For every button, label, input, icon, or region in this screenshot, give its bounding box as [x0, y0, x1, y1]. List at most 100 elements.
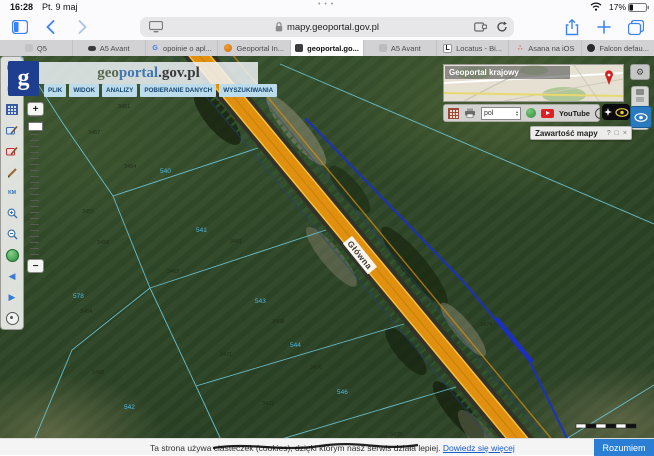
visibility-button[interactable] — [630, 106, 652, 128]
help-icon[interactable]: ? — [607, 130, 611, 137]
tab-favicon — [88, 46, 96, 51]
zoom-minus-button[interactable]: − — [27, 259, 44, 273]
panel-title: Zawartość mapy — [535, 129, 598, 138]
geoportal-logo[interactable]: g — [8, 61, 39, 96]
svg-text:3464: 3464 — [80, 309, 92, 315]
grid-icon[interactable] — [448, 108, 459, 119]
back-icon[interactable] — [40, 17, 60, 37]
print-icon[interactable] — [464, 108, 476, 118]
scale-bar — [576, 424, 636, 428]
forward-icon[interactable] — [72, 17, 92, 37]
cookie-banner: Ta strona używa ciasteczek (cookies), dz… — [0, 438, 654, 455]
svg-text:3451: 3451 — [118, 104, 130, 110]
tab-a5-avant-2[interactable]: A5 Avant — [364, 40, 437, 56]
tab-favicon — [587, 44, 595, 52]
cookie-learn-more-link[interactable]: Dowiedz się więcej — [443, 443, 515, 453]
svg-text:3454: 3454 — [124, 164, 136, 170]
tab-falcon[interactable]: Falcon defau... — [582, 40, 654, 56]
url-text: mapy.geoportal.gov.pl — [287, 22, 379, 33]
date: Pt. 9 maj — [42, 2, 78, 12]
yellow-eye-icon — [615, 108, 629, 117]
map-canvas[interactable]: 540 541 543 544 546 542 578 3451 3457 34… — [0, 56, 654, 455]
svg-text:540: 540 — [160, 168, 171, 175]
menu-wyszukiwania[interactable]: WYSZUKIWANIA — [219, 84, 277, 97]
close-icon[interactable]: × — [623, 130, 627, 137]
select-stepper-icon: ▴▾ — [516, 110, 518, 117]
multitask-dots-icon[interactable]: • • • — [318, 1, 334, 8]
locatus-favicon: L — [443, 44, 452, 53]
reload-icon[interactable] — [496, 21, 508, 36]
tab-favicon — [295, 44, 303, 52]
svg-text:3468: 3468 — [272, 319, 284, 325]
clock: 16:28 — [10, 2, 33, 12]
cookie-message: Ta strona używa ciasteczek (cookies), dz… — [150, 443, 515, 453]
svg-text:3466: 3466 — [92, 370, 104, 376]
svg-text:542: 542 — [124, 404, 135, 411]
locate-icon — [6, 312, 19, 325]
tab-favicon — [379, 44, 387, 52]
star-icon — [604, 108, 612, 116]
lock-icon — [275, 22, 283, 32]
menu-analizy[interactable]: ANALIZY — [102, 84, 137, 97]
map-sub-toolbar: pol ▴▾ YouTube — [443, 104, 600, 122]
google-favicon: G — [151, 44, 159, 52]
green-status-icon[interactable] — [526, 108, 536, 118]
contrast-eye-box[interactable] — [602, 104, 630, 120]
minimap-title: Geoportal krajowy — [445, 66, 570, 79]
gear-icon: ⚙ — [636, 67, 644, 78]
status-bar: 16:28 Pt. 9 maj • • • 17% — [0, 0, 654, 14]
battery-percent: 17% — [609, 2, 626, 12]
tab-geoportal-active[interactable]: geoportal.go... — [291, 40, 364, 56]
share-icon[interactable] — [562, 17, 582, 37]
address-bar[interactable]: mapy.geoportal.gov.pl — [140, 17, 514, 37]
asana-favicon: ∴ — [516, 44, 524, 52]
youtube-label[interactable]: YouTube — [559, 109, 590, 118]
new-tab-icon[interactable] — [594, 17, 614, 37]
cookie-accept-button[interactable]: Rozumiem — [594, 439, 654, 456]
page-appearance-icon[interactable] — [149, 21, 163, 36]
mini-tool-icon-2[interactable] — [636, 97, 644, 102]
settings-button[interactable]: ⚙ — [630, 64, 650, 80]
youtube-icon[interactable] — [541, 109, 554, 118]
svg-text:541: 541 — [196, 227, 207, 234]
battery-icon — [628, 3, 649, 14]
svg-text:3474: 3474 — [480, 322, 492, 328]
tab-bar: Q5 A5 Avant G opoinie o apl... Geoportal… — [0, 40, 654, 56]
tab-geoportal-in[interactable]: Geoportal In... — [218, 40, 291, 56]
svg-text:3455: 3455 — [82, 209, 94, 215]
svg-text:3457: 3457 — [88, 130, 100, 136]
geoportal-title: geoportal.gov.pl — [39, 62, 258, 84]
svg-text:3476: 3476 — [310, 365, 322, 371]
svg-text:544: 544 — [290, 342, 301, 349]
svg-text:546: 546 — [337, 389, 348, 396]
extensions-icon[interactable] — [474, 21, 487, 36]
mini-tool-icon[interactable] — [636, 89, 644, 95]
zoom-handle[interactable] — [28, 122, 43, 131]
menu-plik[interactable]: PLIK — [44, 84, 66, 97]
tabs-overview-icon[interactable] — [626, 17, 646, 37]
tab-opinie[interactable]: G opoinie o apl... — [146, 40, 219, 56]
tab-favicon — [25, 44, 33, 52]
browser-toolbar: mapy.geoportal.gov.pl — [0, 14, 654, 41]
wifi-icon — [590, 2, 602, 13]
tab-q5[interactable]: Q5 — [0, 40, 73, 56]
tab-favicon — [224, 44, 232, 52]
geolocation-tool[interactable] — [6, 312, 19, 325]
svg-text:3461: 3461 — [230, 239, 242, 245]
map-content-panel-header[interactable]: Zawartość mapy ? □ × — [530, 126, 632, 140]
svg-text:3471: 3471 — [220, 352, 232, 358]
sidebar-toggle-icon[interactable] — [10, 17, 30, 37]
tab-a5-avant-1[interactable]: A5 Avant — [73, 40, 146, 56]
menu-pobieranie[interactable]: POBIERANIE DANYCH — [140, 84, 216, 97]
tab-locatus[interactable]: L Locatus - Bi... — [437, 40, 510, 56]
svg-text:3458: 3458 — [97, 240, 109, 246]
svg-text:543: 543 — [255, 298, 266, 305]
menu-widok[interactable]: WIDOK — [69, 84, 99, 97]
svg-text:3472: 3472 — [262, 401, 274, 407]
language-select[interactable]: pol ▴▾ — [481, 107, 521, 120]
zoom-track[interactable] — [30, 116, 39, 258]
tab-asana[interactable]: ∴ Asana na iOS — [509, 40, 582, 56]
maximize-icon[interactable]: □ — [615, 130, 619, 137]
geoportal-menu: PLIK WIDOK ANALIZY POBIERANIE DANYCH WYS… — [44, 84, 277, 97]
zoom-plus-button[interactable]: + — [27, 102, 44, 116]
